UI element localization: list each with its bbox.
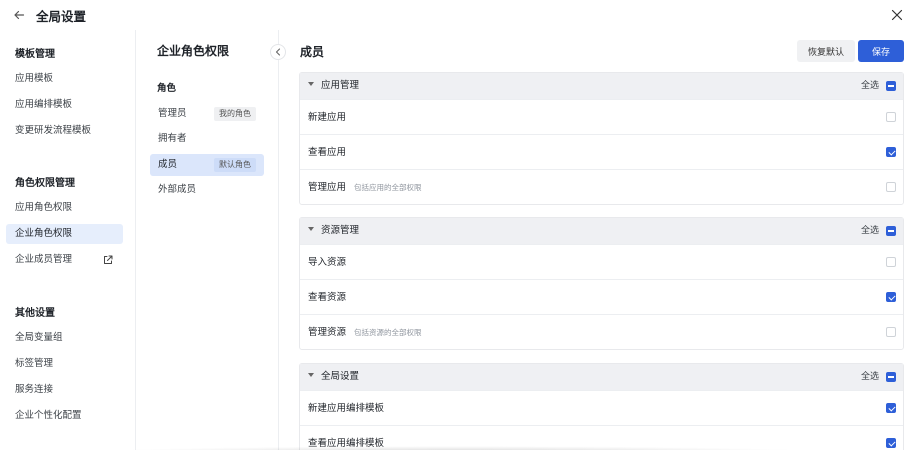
select-all-label: 全选 bbox=[860, 81, 879, 91]
permission-checkbox[interactable] bbox=[886, 438, 896, 448]
permission-label-wrap: 管理资源 包括资源的全部权限 bbox=[308, 315, 422, 350]
permission-row: 管理资源 包括资源的全部权限 bbox=[300, 314, 903, 349]
back-button[interactable] bbox=[8, 4, 30, 26]
permission-row: 查看应用编排模板 bbox=[300, 425, 903, 450]
close-icon bbox=[891, 9, 903, 21]
permission-checkbox[interactable] bbox=[886, 403, 896, 413]
roles-panel-title: 企业角色权限 bbox=[157, 44, 230, 58]
permission-checkbox[interactable] bbox=[886, 327, 896, 337]
permission-label: 导入资源 bbox=[308, 257, 347, 268]
permission-group-resource-management: 资源管理 全选 导入资源 查看资源 管理资源 包括资源的全部权限 bbox=[299, 217, 904, 350]
collapse-panel-button[interactable] bbox=[270, 44, 286, 60]
nav-item-global-variable-groups[interactable]: 全局变量组 bbox=[6, 328, 123, 348]
nav-item-app-templates[interactable]: 应用模板 bbox=[6, 69, 123, 89]
roles-section-label: 角色 bbox=[157, 83, 177, 94]
permission-checkbox[interactable] bbox=[886, 257, 896, 267]
caret-down-icon bbox=[308, 227, 314, 231]
permission-group-global-settings: 全局设置 全选 新建应用编排模板 查看应用编排模板 bbox=[299, 363, 904, 450]
nav-item-app-orchestration-templates[interactable]: 应用编排模板 bbox=[6, 95, 123, 115]
nav-group-title-role-permissions: 角色权限管理 bbox=[15, 178, 75, 189]
global-settings-window: 全局设置 模板管理 应用模板 应用编排模板 变更研发流程模板 角色权限管理 应用… bbox=[0, 0, 920, 450]
nav-item-enterprise-personalization[interactable]: 企业个性化配置 bbox=[6, 406, 123, 426]
select-all-checkbox[interactable] bbox=[886, 226, 896, 236]
role-item-owner[interactable]: 拥有者 bbox=[150, 128, 264, 150]
permission-checkbox[interactable] bbox=[886, 292, 896, 302]
role-label: 管理员 bbox=[158, 108, 187, 119]
permission-row: 导入资源 bbox=[300, 244, 903, 279]
title-bar: 全局设置 bbox=[0, 0, 920, 30]
permissions-main: 成员 恢复默认 保存 应用管理 全选 新建应用 查看应用 管理应用 包括应用的全部… bbox=[280, 30, 920, 450]
nav-group-title-templates: 模板管理 bbox=[15, 49, 55, 60]
permission-row: 新建应用 bbox=[300, 99, 903, 134]
role-tag-badge: 默认角色 bbox=[214, 158, 256, 172]
permission-checkbox[interactable] bbox=[886, 147, 896, 157]
select-all-checkbox[interactable] bbox=[886, 81, 896, 91]
permission-checkbox[interactable] bbox=[886, 112, 896, 122]
permission-row: 查看应用 bbox=[300, 134, 903, 169]
nav-item-service-connections[interactable]: 服务连接 bbox=[6, 380, 123, 400]
arrow-left-icon bbox=[14, 10, 25, 20]
permission-label: 查看资源 bbox=[308, 292, 347, 303]
group-name: 资源管理 bbox=[321, 225, 360, 236]
select-all-checkbox[interactable] bbox=[886, 372, 896, 382]
nav-group-title-other-settings: 其他设置 bbox=[15, 308, 55, 319]
permission-label-wrap: 管理应用 包括应用的全部权限 bbox=[308, 170, 422, 205]
permission-hint: 包括应用的全部权限 bbox=[354, 183, 422, 192]
nav-item-app-role-permissions[interactable]: 应用角色权限 bbox=[6, 198, 123, 218]
nav-item-enterprise-member-management[interactable]: 企业成员管理 bbox=[6, 250, 123, 270]
role-item-member[interactable]: 成员 默认角色 bbox=[150, 154, 264, 176]
restore-defaults-button[interactable]: 恢复默认 bbox=[797, 40, 855, 62]
role-label: 外部成员 bbox=[158, 184, 197, 195]
permission-hint: 包括资源的全部权限 bbox=[354, 328, 422, 337]
permission-label: 管理资源 bbox=[308, 327, 347, 338]
external-link-icon bbox=[104, 255, 113, 264]
group-header[interactable]: 全局设置 全选 bbox=[300, 364, 903, 390]
group-name: 全局设置 bbox=[321, 371, 360, 382]
permission-checkbox[interactable] bbox=[886, 182, 896, 192]
nav-item-enterprise-role-permissions[interactable]: 企业角色权限 bbox=[6, 224, 123, 244]
group-header[interactable]: 应用管理 全选 bbox=[300, 73, 903, 99]
permission-row: 查看资源 bbox=[300, 279, 903, 314]
window-title: 全局设置 bbox=[36, 8, 87, 24]
permission-label: 查看应用编排模板 bbox=[308, 438, 385, 449]
page-title: 成员 bbox=[300, 45, 325, 59]
role-tag-badge: 我的角色 bbox=[214, 107, 256, 121]
permission-group-app-management: 应用管理 全选 新建应用 查看应用 管理应用 包括应用的全部权限 bbox=[299, 72, 904, 205]
role-item-external-member[interactable]: 外部成员 bbox=[150, 179, 264, 201]
group-header[interactable]: 资源管理 全选 bbox=[300, 218, 903, 244]
roles-panel: 企业角色权限 角色 管理员 我的角色 拥有者 成员 默认角色 外部成员 bbox=[137, 30, 286, 450]
select-all-label: 全选 bbox=[860, 226, 879, 236]
role-label: 成员 bbox=[158, 159, 178, 170]
close-button[interactable] bbox=[886, 4, 908, 26]
caret-down-icon bbox=[308, 82, 314, 86]
nav-item-tag-management[interactable]: 标签管理 bbox=[6, 354, 123, 374]
chevron-left-icon bbox=[275, 48, 281, 56]
role-item-admin[interactable]: 管理员 我的角色 bbox=[150, 103, 264, 125]
save-button[interactable]: 保存 bbox=[858, 40, 904, 62]
nav-item-label: 企业成员管理 bbox=[15, 254, 73, 265]
permission-label: 查看应用 bbox=[308, 147, 347, 158]
caret-down-icon bbox=[308, 373, 314, 377]
settings-sidebar: 模板管理 应用模板 应用编排模板 变更研发流程模板 角色权限管理 应用角色权限 … bbox=[0, 30, 136, 450]
role-label: 拥有者 bbox=[158, 133, 187, 144]
permission-label: 新建应用 bbox=[308, 112, 347, 123]
group-name: 应用管理 bbox=[321, 80, 360, 91]
select-all-label: 全选 bbox=[860, 372, 879, 382]
nav-item-change-workflow-templates[interactable]: 变更研发流程模板 bbox=[6, 121, 123, 141]
permission-label: 新建应用编排模板 bbox=[308, 403, 385, 414]
permission-row: 新建应用编排模板 bbox=[300, 390, 903, 425]
permission-label: 管理应用 bbox=[308, 182, 347, 193]
permission-row: 管理应用 包括应用的全部权限 bbox=[300, 169, 903, 204]
